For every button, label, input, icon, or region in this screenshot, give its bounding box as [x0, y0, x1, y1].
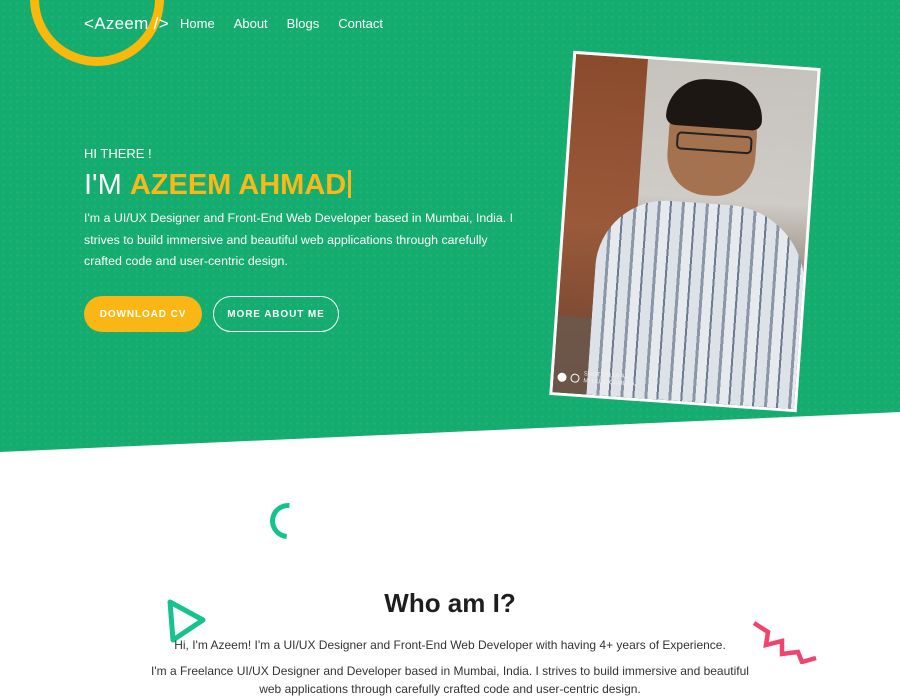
- hero-name: AZEEM AHMAD: [129, 169, 347, 201]
- nav-about[interactable]: About: [234, 16, 268, 31]
- nav-home[interactable]: Home: [180, 16, 215, 31]
- hero-headline-prefix: I'M: [84, 169, 130, 201]
- hero-headline: I'M AZEEM AHMAD: [84, 169, 352, 202]
- main-nav: Home About Blogs Contact: [180, 16, 383, 31]
- hero-intro: I'm a UI/UX Designer and Front-End Web D…: [84, 211, 514, 268]
- profile-photo-image: SHOT ON MI A1 MI DUAL CAMERA: [552, 53, 818, 410]
- arc-decoration-icon: [262, 495, 314, 547]
- profile-photo: SHOT ON MI A1 MI DUAL CAMERA: [549, 50, 821, 413]
- more-about-me-button[interactable]: MORE ABOUT ME: [213, 296, 339, 332]
- typing-cursor: [348, 170, 352, 198]
- download-cv-button[interactable]: DOWNLOAD CV: [84, 296, 202, 332]
- about-intro-line: Hi, I'm Azeem! I'm a UI/UX Designer and …: [174, 638, 726, 652]
- site-logo[interactable]: <Azeem />: [84, 14, 169, 34]
- nav-blogs[interactable]: Blogs: [287, 16, 320, 31]
- hero-greeting: HI THERE !: [84, 146, 152, 161]
- nav-contact[interactable]: Contact: [338, 16, 383, 31]
- about-description: I'm a Freelance UI/UX Designer and Devel…: [151, 664, 749, 696]
- about-title: Who am I?: [384, 588, 516, 618]
